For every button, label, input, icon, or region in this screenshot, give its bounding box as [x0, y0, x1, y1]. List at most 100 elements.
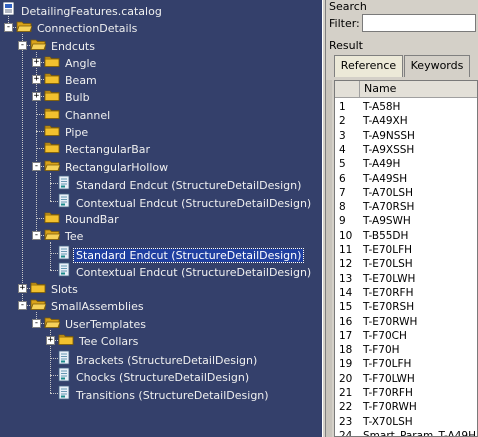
tree-node-label: RectangularHollow [65, 161, 169, 174]
tree-node-slots[interactable]: Slots [30, 280, 80, 297]
document-icon [58, 175, 71, 195]
row-name: T-E70LFH [363, 244, 413, 256]
collapse-toggle[interactable]: - [32, 162, 41, 171]
tree-node-tee[interactable]: Tee [44, 227, 85, 244]
row-name: T-F70RFH [363, 387, 413, 399]
table-row[interactable]: 21 T-F70RFH [335, 386, 413, 400]
tree-node-label: Contextual Endcut (StructureDetailDesign… [76, 265, 312, 279]
tree-node-sa[interactable]: SmallAssemblies [30, 297, 146, 314]
tree-connector-h [36, 114, 44, 115]
table-row[interactable]: 17 T-F70CH [335, 329, 407, 343]
expand-toggle[interactable]: + [18, 284, 27, 293]
expand-toggle[interactable]: + [46, 336, 55, 345]
tree-node-beam[interactable]: Beam [44, 71, 99, 88]
table-row[interactable]: 20 T-F70LWH [335, 372, 415, 386]
collapse-toggle[interactable]: - [18, 301, 27, 310]
folder-open-icon [30, 297, 47, 316]
tree-node-bulb[interactable]: Bulb [44, 88, 92, 105]
collapse-toggle[interactable]: - [18, 41, 27, 50]
tree-node-label: Channel [65, 109, 111, 122]
tree-node-label: RectangularBar [65, 143, 151, 156]
table-row[interactable]: 22 T-F70RWH [335, 400, 417, 414]
table-row[interactable]: 19 T-F70LFH [335, 357, 411, 371]
table-row[interactable]: 10 T-B55DH [335, 229, 408, 243]
tree-node-roundbar[interactable]: RoundBar [44, 210, 121, 227]
tab-keywords[interactable]: Keywords [404, 55, 470, 77]
tree-connector-h [50, 358, 58, 359]
table-row[interactable]: 8 T-A70RSH [335, 200, 414, 214]
tree-node-tee-std[interactable]: Standard Endcut (StructureDetailDesign) [58, 245, 305, 263]
row-name: T-A9SWH [363, 215, 411, 228]
row-index: 17 [339, 329, 353, 342]
table-row[interactable]: 9 T-A9SWH [335, 214, 411, 228]
name-column-header[interactable]: Name [360, 81, 396, 97]
folder-open-icon [44, 227, 61, 246]
table-row[interactable]: 2 T-A49XH [335, 114, 408, 128]
expand-toggle[interactable]: + [32, 92, 41, 101]
tree-node-brackets[interactable]: Brackets (StructureDetailDesign) [58, 350, 259, 367]
table-row[interactable]: 23 T-X70LSH [335, 415, 413, 429]
table-row[interactable]: 16 T-E70RWH [335, 315, 417, 329]
tree-node-angle[interactable]: Angle [44, 54, 98, 71]
tree-node-label: Standard Endcut (StructureDetailDesign) [76, 178, 302, 192]
table-row[interactable]: 13 T-E70LWH [335, 272, 415, 286]
tree-node-label: DetailingFeatures.catalog [21, 4, 162, 18]
tree-node-label: RoundBar [65, 213, 119, 226]
table-row[interactable]: 6 T-A49SH [335, 172, 407, 186]
table-row[interactable]: 14 T-E70RFH [335, 286, 413, 300]
tree-node-label: Bulb [65, 91, 90, 104]
tree-node-pipe[interactable]: Pipe [44, 123, 90, 140]
collapse-toggle[interactable]: - [32, 231, 41, 240]
row-index: 13 [339, 272, 353, 285]
row-index: 6 [339, 172, 346, 185]
tree-node-chocks[interactable]: Chocks (StructureDetailDesign) [58, 367, 251, 384]
tree-node-transitions[interactable]: Transitions (StructureDetailDesign) [58, 385, 271, 402]
tree-connector-h [36, 131, 44, 132]
row-index: 9 [339, 215, 346, 228]
result-label: Result [329, 39, 363, 52]
row-name: T-A49SH [363, 172, 408, 185]
row-index: 15 [339, 301, 353, 314]
folder-icon [44, 140, 60, 159]
collapse-toggle[interactable]: - [32, 319, 41, 328]
tree-connector-h [50, 201, 58, 202]
table-row[interactable]: 24 Smart_Param_T-A49H [335, 429, 476, 436]
row-name: T-A70RSH [363, 201, 415, 214]
tree-node-cd[interactable]: ConnectionDetails [16, 19, 139, 36]
panel-scroll-strip[interactable] [326, 80, 332, 437]
table-row[interactable]: 18 T-F70H [335, 343, 400, 357]
expand-toggle[interactable]: + [32, 58, 41, 67]
table-row[interactable]: 4 T-A9XSSH [335, 143, 414, 157]
tree-node-root[interactable]: DetailingFeatures.catalog [2, 1, 164, 18]
row-name: T-A49H [363, 158, 401, 171]
table-row[interactable]: 11 T-E70LFH [335, 243, 412, 257]
catalog-tree[interactable]: DetailingFeatures.catalog ConnectionDetai… [0, 0, 322, 437]
index-column-header[interactable] [335, 81, 360, 97]
filter-input[interactable] [362, 14, 476, 32]
table-row[interactable]: 5 T-A49H [335, 157, 400, 171]
tree-node-label: Contextual Endcut (StructureDetailDesign… [76, 196, 312, 210]
tree-node-ut[interactable]: UserTemplates [44, 315, 148, 332]
table-row[interactable]: 12 T-E70LSH [335, 257, 413, 271]
tab-reference[interactable]: Reference [334, 55, 403, 77]
folder-icon [58, 332, 74, 351]
table-row[interactable]: 15 T-E70RSH [335, 300, 414, 314]
tree-node-rh-std[interactable]: Standard Endcut (StructureDetailDesign) [58, 175, 303, 192]
tree-node-rectbar[interactable]: RectangularBar [44, 140, 152, 157]
table-row[interactable]: 7 T-A70LSH [335, 186, 413, 200]
table-row[interactable]: 1 T-A58H [335, 100, 400, 114]
row-name: T-E70RSH [363, 301, 415, 314]
row-index: 2 [339, 115, 346, 128]
tree-node-tee-ctx[interactable]: Contextual Endcut (StructureDetailDesign… [58, 262, 313, 279]
tree-node-recthollow[interactable]: RectangularHollow [44, 158, 170, 175]
tree-node-channel[interactable]: Channel [44, 106, 112, 123]
table-row[interactable]: 3 T-A9NSSH [335, 129, 415, 143]
collapse-toggle[interactable]: - [4, 23, 13, 32]
row-index: 19 [339, 358, 353, 371]
tree-node-endcuts[interactable]: Endcuts [30, 37, 97, 54]
document-icon [58, 385, 71, 405]
expand-toggle[interactable]: + [32, 75, 41, 84]
tree-node-tc[interactable]: Tee Collars [58, 332, 140, 349]
tree-node-rh-ctx[interactable]: Contextual Endcut (StructureDetailDesign… [58, 193, 313, 210]
tree-node-label: Tee Collars [79, 335, 139, 348]
